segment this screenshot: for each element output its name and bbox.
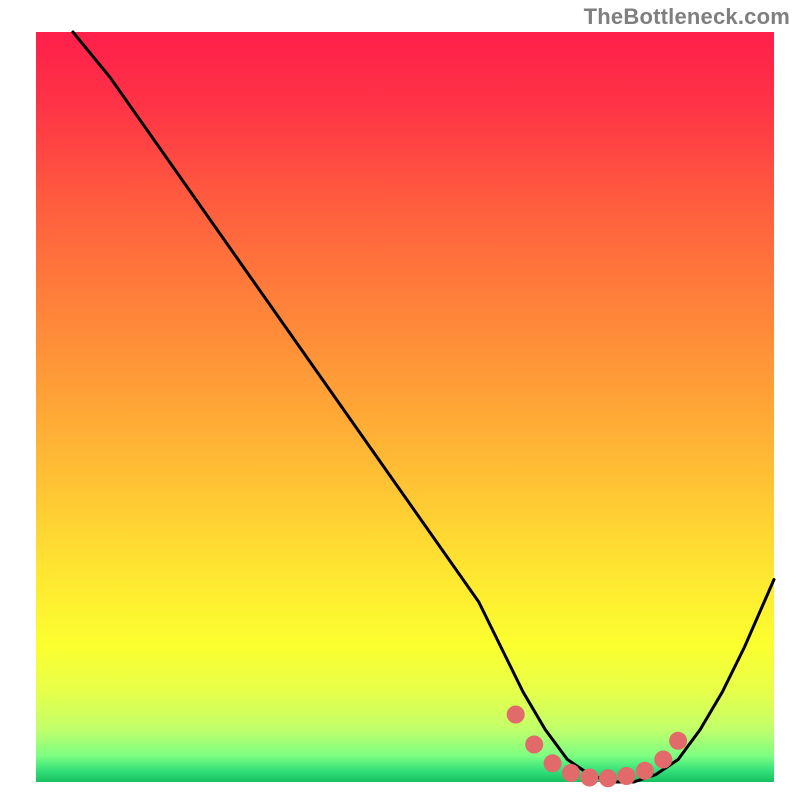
optimal-marker	[669, 732, 687, 750]
optimal-marker	[507, 706, 525, 724]
plot-background	[36, 32, 774, 782]
optimal-marker	[636, 762, 654, 780]
optimal-marker	[525, 736, 543, 754]
optimal-marker	[562, 764, 580, 782]
optimal-marker	[544, 754, 562, 772]
attribution-label: TheBottleneck.com	[584, 4, 790, 30]
optimal-marker	[654, 751, 672, 769]
chart-container: TheBottleneck.com	[0, 0, 800, 800]
bottleneck-chart	[0, 0, 800, 800]
optimal-marker	[581, 769, 599, 787]
optimal-marker	[599, 769, 617, 787]
optimal-marker	[617, 767, 635, 785]
